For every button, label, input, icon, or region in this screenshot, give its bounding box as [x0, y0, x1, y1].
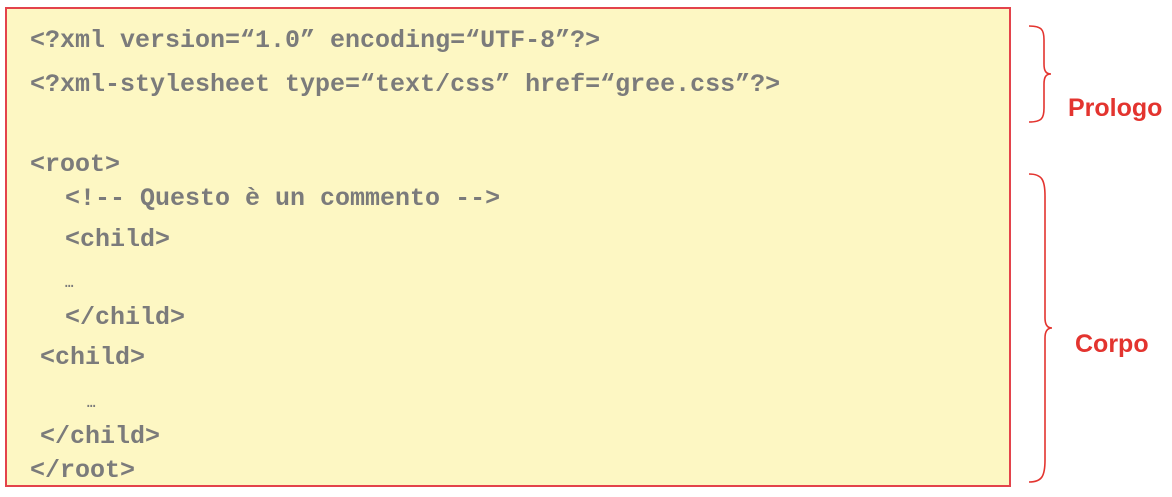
xml-code-box: <?xml version=“1.0” encoding=“UTF-8”?> <… — [5, 7, 1011, 487]
child-close-line-2: </child> — [40, 422, 161, 451]
corpo-label: Corpo — [1075, 330, 1149, 358]
ellipsis-line-2: … — [87, 396, 96, 412]
child-open-line-1: <child> — [65, 225, 171, 254]
root-open-line: <root> — [30, 150, 121, 179]
child-close-line-1: </child> — [65, 303, 186, 332]
child-open-line-2: <child> — [40, 343, 146, 372]
xml-stylesheet-line: <?xml-stylesheet type=“text/css” href=“g… — [30, 70, 781, 99]
prologo-brace — [1028, 25, 1052, 123]
root-close-line: </root> — [30, 456, 136, 485]
ellipsis-line-1: … — [65, 276, 74, 292]
comment-line: <!-- Questo è un commento --> — [65, 184, 501, 213]
xml-declaration-line: <?xml version=“1.0” encoding=“UTF-8”?> — [30, 26, 601, 55]
corpo-brace — [1028, 173, 1053, 483]
prologo-label: Prologo — [1068, 94, 1163, 122]
